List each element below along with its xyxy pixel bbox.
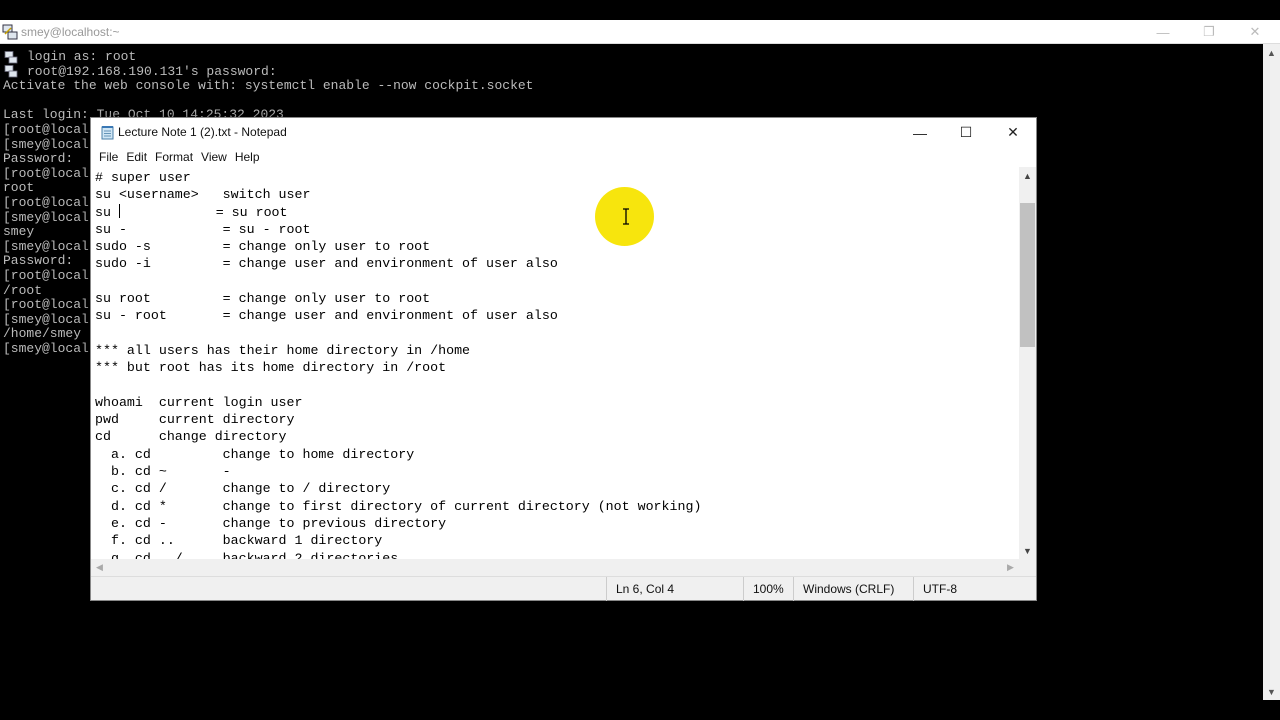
menu-edit[interactable]: Edit (122, 150, 151, 164)
scroll-right-icon[interactable]: ▶ (1002, 559, 1019, 576)
notepad-title: Lecture Note 1 (2).txt - Notepad (118, 125, 287, 139)
text-line (95, 273, 701, 290)
terminal-line-text: Activate the web console with: systemctl… (3, 78, 534, 94)
terminal-line: Activate the web console with: systemctl… (3, 79, 1261, 94)
scroll-down-icon[interactable]: ▼ (1019, 542, 1036, 559)
text-line: *** all users has their home directory i… (95, 342, 471, 358)
terminal-line-text: login as: root (27, 50, 137, 64)
putty-scroll-down-icon[interactable]: ▼ (1263, 683, 1280, 700)
text-line: # super user (95, 170, 191, 185)
notepad-titlebar[interactable]: Lecture Note 1 (2).txt - Notepad — ☐ ✕ (91, 118, 1036, 147)
menu-file[interactable]: File (95, 150, 122, 164)
terminal-line-text: [root@local (3, 121, 89, 137)
text-cursor-icon (623, 208, 629, 225)
terminal-line-text: root (3, 180, 35, 196)
text-line: whoami current login user (95, 394, 303, 410)
notepad-menubar: File Edit Format View Help (91, 147, 1036, 167)
putty-scroll-up-icon[interactable]: ▲ (1263, 44, 1280, 61)
terminal-line-text: [smey@local (3, 209, 89, 225)
menu-view[interactable]: View (197, 150, 231, 164)
text-line: *** but root has its home directory in /… (95, 360, 447, 376)
terminal-line-text: [smey@local (3, 136, 89, 152)
terminal-line-text: /root (3, 282, 43, 298)
text-line: f. cd .. backward 1 directory (95, 533, 383, 549)
caret-line-end: = su root (119, 204, 288, 220)
terminal-line-text: Password: (3, 151, 74, 167)
terminal-line: root@192.168.190.131's password: (3, 63, 1261, 80)
terminal-line-text: root@192.168.190.131's password: (27, 63, 277, 79)
putty-scrollbar[interactable]: ▲ ▼ (1263, 44, 1280, 700)
scroll-left-icon[interactable]: ◀ (91, 559, 108, 576)
status-line-ending: Windows (CRLF) (793, 577, 913, 601)
text-line: b. cd ~ - (95, 464, 231, 480)
text-line: cd change directory (95, 429, 287, 445)
putty-title: smey@localhost:~ (21, 25, 120, 39)
text-line (95, 325, 701, 342)
putty-session-icon (4, 65, 18, 78)
status-cursor-position: Ln 6, Col 4 (606, 577, 743, 601)
text-line: su - root = change user and environment … (95, 308, 558, 324)
text-line: a. cd change to home directory (95, 446, 415, 462)
notepad-close-button[interactable]: ✕ (990, 118, 1036, 147)
text-line: su root = change only user to root (95, 291, 431, 307)
menu-format[interactable]: Format (151, 150, 197, 164)
putty-app-icon (2, 24, 18, 40)
terminal-line-text: [smey@local (3, 340, 89, 356)
caret-line-start: su (95, 204, 119, 220)
status-zoom: 100% (743, 577, 793, 601)
terminal-line-text: [root@local (3, 297, 89, 313)
text-line: e. cd - change to previous directory (95, 515, 447, 531)
notepad-minimize-button[interactable]: — (897, 118, 943, 147)
text-line: pwd current directory (95, 412, 295, 428)
terminal-line-text: [root@local (3, 194, 89, 210)
notepad-window[interactable]: Lecture Note 1 (2).txt - Notepad — ☐ ✕ F… (90, 117, 1037, 601)
terminal-line-text: [root@local (3, 165, 89, 181)
text-line: sudo -i = change user and environment of… (95, 256, 558, 272)
notepad-text-area[interactable]: # super user su <username> switch user su … (91, 167, 1019, 559)
terminal-line-text: [smey@local (3, 238, 89, 254)
notepad-app-icon (101, 126, 114, 140)
putty-close-button[interactable]: ✕ (1232, 20, 1278, 44)
vertical-scroll-thumb[interactable] (1020, 203, 1035, 347)
putty-minimize-button[interactable]: — (1140, 20, 1186, 44)
notepad-status-bar: Ln 6, Col 4 100% Windows (CRLF) UTF-8 (91, 576, 1036, 601)
text-line: c. cd / change to / directory (95, 481, 391, 497)
notepad-horizontal-scrollbar[interactable]: ◀ ▶ (91, 559, 1019, 576)
terminal-line-text: [root@local (3, 267, 89, 283)
terminal-line-text: smey (3, 224, 35, 240)
text-line: d. cd * change to first directory of cur… (95, 498, 702, 514)
terminal-line-text: Password: (3, 253, 74, 269)
text-line (95, 377, 701, 394)
menu-help[interactable]: Help (231, 150, 264, 164)
terminal-line-text: [smey@local (3, 311, 89, 327)
scroll-up-icon[interactable]: ▲ (1019, 167, 1036, 184)
notepad-maximize-button[interactable]: ☐ (943, 118, 989, 147)
text-line: g. cd ../.. backward 2 directories (95, 550, 399, 559)
terminal-line-text: /home/smey (3, 326, 82, 342)
terminal-line: login as: root (3, 50, 1261, 65)
putty-session-icon (4, 50, 18, 64)
notepad-vertical-scrollbar[interactable]: ▲ ▼ (1019, 167, 1036, 559)
putty-titlebar[interactable]: smey@localhost:~ — ❐ ✕ (0, 20, 1280, 44)
scrollbar-corner (1019, 559, 1036, 576)
status-encoding: UTF-8 (913, 577, 1036, 601)
putty-restore-button[interactable]: ❐ (1186, 20, 1232, 44)
